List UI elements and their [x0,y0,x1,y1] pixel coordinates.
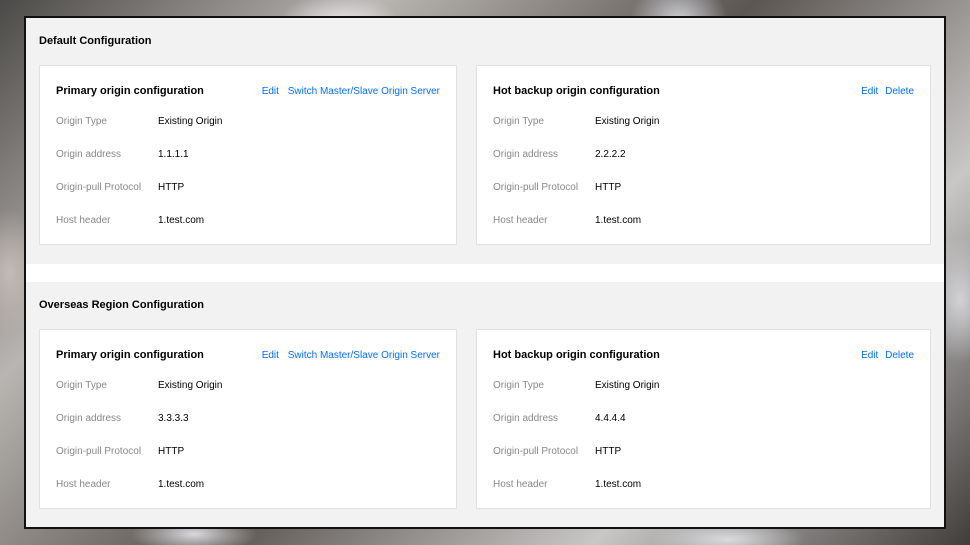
field-label: Origin-pull Protocol [56,446,142,457]
card-title: Primary origin configuration [56,85,204,97]
delete-button[interactable]: Delete [885,86,914,97]
switch-master-slave-button[interactable]: Switch Master/Slave Origin Server [288,350,440,361]
field-origin-address: Origin address 3.3.3.3 [56,413,189,424]
field-origin-address: Origin address 4.4.4.4 [493,413,626,424]
field-label: Origin address [493,413,559,424]
card-title: Primary origin configuration [56,349,204,361]
edit-button[interactable]: Edit [861,86,878,97]
primary-origin-card: Primary origin configuration Edit Switch… [39,329,457,509]
field-value: HTTP [595,446,622,457]
hot-backup-origin-card: Hot backup origin configuration Edit Del… [476,329,931,509]
edit-button[interactable]: Edit [262,86,279,97]
field-label: Host header [493,215,548,226]
field-label: Host header [56,215,111,226]
card-actions: Edit Delete [855,350,914,361]
field-origin-type: Origin Type Existing Origin [493,116,659,127]
field-host-header: Host header 1.test.com [56,479,204,490]
field-origin-address: Origin address 2.2.2.2 [493,149,626,160]
origin-config-panel: Default Configuration Primary origin con… [24,16,946,529]
delete-button[interactable]: Delete [885,350,914,361]
field-origin-type: Origin Type Existing Origin [493,380,659,391]
field-value: HTTP [595,182,622,193]
field-label: Origin-pull Protocol [493,182,579,193]
field-origin-type: Origin Type Existing Origin [56,380,222,391]
field-label: Origin Type [56,380,107,391]
field-label: Host header [56,479,111,490]
field-label: Origin address [493,149,559,160]
edit-button[interactable]: Edit [861,350,878,361]
card-title: Hot backup origin configuration [493,349,660,361]
field-host-header: Host header 1.test.com [493,215,641,226]
field-value: 1.test.com [158,215,205,226]
edit-button[interactable]: Edit [262,350,279,361]
field-label: Origin Type [493,116,544,127]
card-actions: Edit Switch Master/Slave Origin Server [256,86,440,97]
field-value: Existing Origin [158,380,223,391]
card-actions: Edit Switch Master/Slave Origin Server [256,350,440,361]
field-value: HTTP [158,446,185,457]
card-actions: Edit Delete [855,86,914,97]
overseas-region-configuration-section: Overseas Region Configuration Primary or… [26,282,944,527]
field-origin-address: Origin address 1.1.1.1 [56,149,189,160]
field-value: 2.2.2.2 [595,149,626,160]
field-value: 1.test.com [158,479,205,490]
field-label: Origin Type [493,380,544,391]
section-title: Default Configuration [39,35,152,47]
field-origin-pull-protocol: Origin-pull Protocol HTTP [56,446,184,457]
default-configuration-section: Default Configuration Primary origin con… [26,18,944,264]
field-origin-pull-protocol: Origin-pull Protocol HTTP [493,446,621,457]
field-origin-pull-protocol: Origin-pull Protocol HTTP [56,182,184,193]
field-value: 1.1.1.1 [158,149,189,160]
field-value: 1.test.com [595,479,642,490]
field-origin-type: Origin Type Existing Origin [56,116,222,127]
field-label: Origin address [56,149,122,160]
field-value: Existing Origin [595,116,660,127]
field-label: Origin-pull Protocol [56,182,142,193]
field-label: Host header [493,479,548,490]
field-value: HTTP [158,182,185,193]
card-title: Hot backup origin configuration [493,85,660,97]
field-value: 1.test.com [595,215,642,226]
field-value: 3.3.3.3 [158,413,189,424]
switch-master-slave-button[interactable]: Switch Master/Slave Origin Server [288,86,440,97]
section-title: Overseas Region Configuration [39,299,205,311]
field-value: Existing Origin [158,116,223,127]
field-value: 4.4.4.4 [595,413,626,424]
primary-origin-card: Primary origin configuration Edit Switch… [39,65,457,245]
field-label: Origin Type [56,116,107,127]
hot-backup-origin-card: Hot backup origin configuration Edit Del… [476,65,931,245]
field-origin-pull-protocol: Origin-pull Protocol HTTP [493,182,621,193]
field-label: Origin address [56,413,122,424]
field-host-header: Host header 1.test.com [493,479,641,490]
field-value: Existing Origin [595,380,660,391]
field-label: Origin-pull Protocol [493,446,579,457]
field-host-header: Host header 1.test.com [56,215,204,226]
